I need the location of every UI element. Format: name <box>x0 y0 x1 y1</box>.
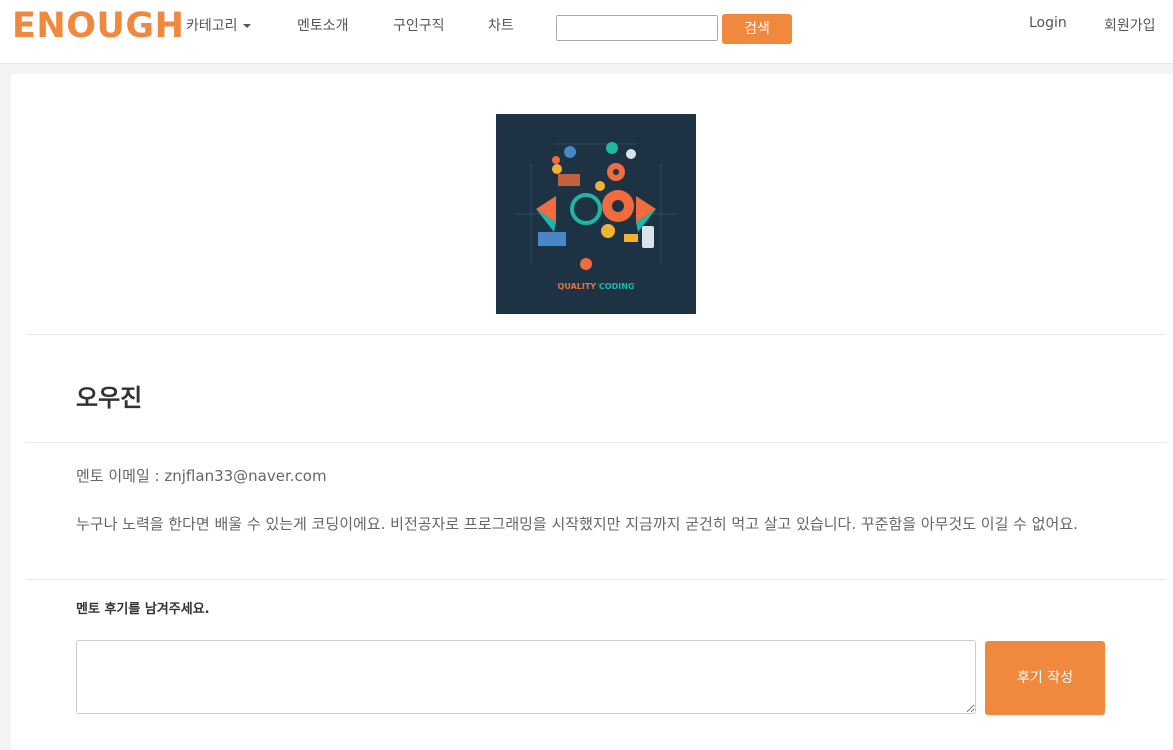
mentor-image: QUALITY CODING <box>496 114 696 314</box>
mentor-email-value: znjflan33@naver.com <box>164 467 327 485</box>
nav-category-dropdown[interactable]: 카테고리 <box>186 15 251 35</box>
mentor-detail-panel: QUALITY CODING 오우진 멘토 이메일 : znjflan33@na… <box>11 74 1173 750</box>
nav-chart[interactable]: 차트 <box>488 15 514 35</box>
review-textarea[interactable] <box>76 640 976 714</box>
mentor-name: 오우진 <box>76 384 143 412</box>
coding-illustration: QUALITY CODING <box>496 114 696 314</box>
review-label: 멘토 후기를 남겨주세요. <box>76 602 210 617</box>
write-review-button[interactable]: 후기 작성 <box>985 641 1105 715</box>
image-caption-quality: QUALITY <box>558 282 597 291</box>
caret-down-icon <box>242 24 251 28</box>
image-caption-coding: CODING <box>599 282 635 291</box>
mentor-email-label: 멘토 이메일 : <box>76 467 160 485</box>
mentor-email-row: 멘토 이메일 : znjflan33@naver.com <box>76 465 327 486</box>
nav-signup[interactable]: 회원가입 <box>1104 15 1156 35</box>
mentor-intro-text: 누구나 노력을 한다면 배울 수 있는게 코딩이에요. 비전공자로 프로그래밍을… <box>76 515 1078 533</box>
nav-jobs[interactable]: 구인구직 <box>393 15 445 35</box>
divider <box>26 442 1166 443</box>
brand-logo[interactable]: ENOUGH <box>12 6 184 46</box>
divider <box>26 334 1166 335</box>
nav-mentor-intro[interactable]: 멘토소개 <box>297 15 349 35</box>
search-button[interactable]: 검색 <box>722 14 792 44</box>
svg-text:QUALITY CODING: QUALITY CODING <box>558 282 635 291</box>
search-input[interactable] <box>556 15 718 41</box>
top-navbar: ENOUGH 카테고리 멘토소개 구인구직 차트 검색 Login 회원가입 <box>0 0 1173 64</box>
nav-login[interactable]: Login <box>1029 15 1067 31</box>
divider <box>26 579 1166 580</box>
nav-category-label: 카테고리 <box>186 18 238 34</box>
